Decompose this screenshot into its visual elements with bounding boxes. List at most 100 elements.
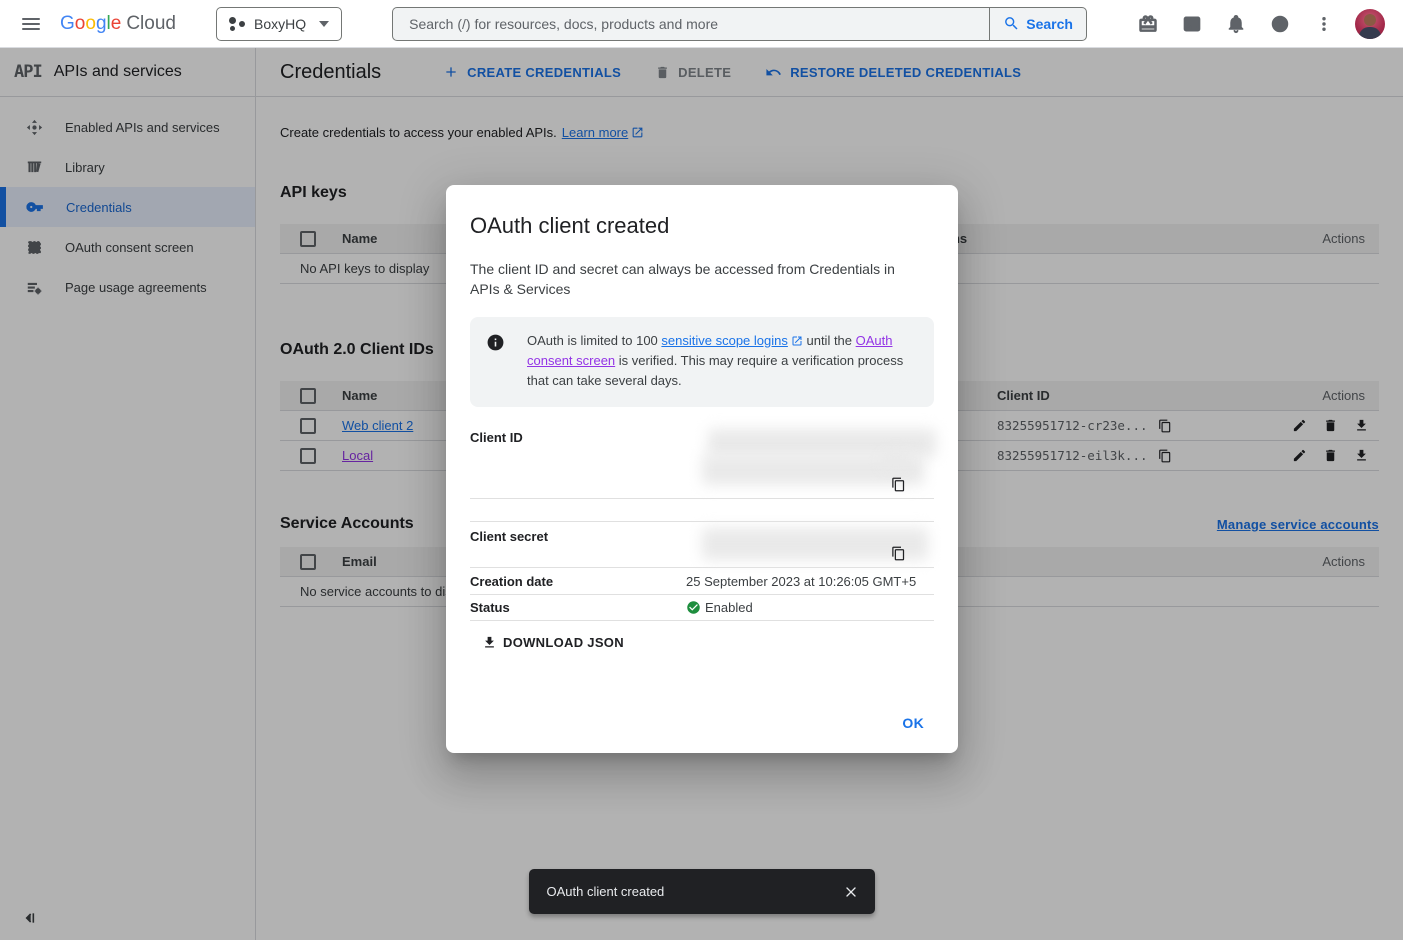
search-input[interactable] xyxy=(392,7,989,41)
external-link-icon xyxy=(631,126,644,139)
row-checkbox[interactable] xyxy=(300,418,316,434)
client-id-label: Client ID xyxy=(470,423,686,498)
copy-icon[interactable] xyxy=(1158,419,1172,433)
cloud-wordmark: Cloud xyxy=(126,13,176,35)
dialog-body-text: The client ID and secret can always be a… xyxy=(470,259,910,299)
status-value: Enabled xyxy=(705,600,753,615)
project-icon xyxy=(229,16,245,32)
menu-icon[interactable] xyxy=(14,7,48,41)
cloud-shell-icon[interactable] xyxy=(1175,7,1209,41)
edit-icon[interactable] xyxy=(1292,448,1307,463)
copy-icon[interactable] xyxy=(1158,449,1172,463)
project-name: BoxyHQ xyxy=(254,16,306,32)
sidebar-item-label: Credentials xyxy=(66,200,132,215)
manage-service-accounts-link[interactable]: Manage service accounts xyxy=(1217,517,1379,532)
dialog-title: OAuth client created xyxy=(470,213,934,239)
plus-icon xyxy=(443,64,459,80)
delete-icon[interactable] xyxy=(1323,418,1338,433)
download-icon xyxy=(482,635,497,650)
client-secret-label: Client secret xyxy=(470,522,686,567)
search-button[interactable]: Search xyxy=(989,7,1087,41)
sidebar-item-page-usage[interactable]: Page usage agreements xyxy=(0,267,255,307)
account-avatar[interactable] xyxy=(1355,9,1385,39)
check-circle-icon xyxy=(686,600,701,615)
chevron-down-icon xyxy=(319,21,329,27)
help-icon[interactable] xyxy=(1263,7,1297,41)
row-checkbox[interactable] xyxy=(300,448,316,464)
client-id-value: 83255951712-cr23e... xyxy=(997,418,1148,433)
dashboard-icon xyxy=(26,119,43,136)
creation-date-label: Creation date xyxy=(470,574,686,589)
key-icon xyxy=(26,198,44,216)
copy-icon[interactable] xyxy=(891,546,906,561)
sidebar-item-label: OAuth consent screen xyxy=(65,240,194,255)
sidebar-item-label: Page usage agreements xyxy=(65,280,207,295)
search-icon xyxy=(1003,15,1020,32)
service-accounts-heading: Service Accounts xyxy=(256,515,438,533)
column-header-name: Name xyxy=(342,231,377,246)
download-json-button[interactable]: DOWNLOAD JSON xyxy=(482,635,624,650)
undo-icon xyxy=(765,64,782,81)
gift-icon[interactable] xyxy=(1131,7,1165,41)
creation-date-row: Creation date 25 September 2023 at 10:26… xyxy=(470,568,934,595)
column-header-actions: Actions xyxy=(1322,554,1379,569)
api-keys-empty-text: No API keys to display xyxy=(280,261,429,276)
create-credentials-button[interactable]: CREATE CREDENTIALS xyxy=(443,64,621,80)
search-button-label: Search xyxy=(1026,16,1073,32)
project-picker[interactable]: BoxyHQ xyxy=(216,7,342,41)
api-product-icon: API xyxy=(14,62,42,82)
consent-screen-icon xyxy=(26,239,43,256)
snackbar-message: OAuth client created xyxy=(547,884,665,899)
download-icon[interactable] xyxy=(1354,418,1369,433)
trash-icon xyxy=(655,65,670,80)
delete-icon[interactable] xyxy=(1323,448,1338,463)
sidebar-item-library[interactable]: Library xyxy=(0,147,255,187)
oauth-client-name-link[interactable]: Local xyxy=(342,448,373,463)
download-icon[interactable] xyxy=(1354,448,1369,463)
oauth-limit-notice: OAuth is limited to 100 sensitive scope … xyxy=(470,317,934,407)
search-bar: Search xyxy=(392,7,1087,41)
library-icon xyxy=(26,159,43,176)
sidebar-item-label: Library xyxy=(65,160,105,175)
client-id-row: Client ID xyxy=(470,423,934,499)
sidebar-item-credentials[interactable]: Credentials xyxy=(0,187,255,227)
top-app-bar: Google Cloud BoxyHQ Search xyxy=(0,0,1403,48)
creation-date-value: 25 September 2023 at 10:26:05 GMT+5 xyxy=(686,574,916,589)
column-header-email: Email xyxy=(342,554,377,569)
agreements-icon xyxy=(26,279,43,296)
external-link-icon xyxy=(791,335,803,347)
sidebar: API APIs and services Enabled APIs and s… xyxy=(0,48,256,940)
restore-deleted-credentials-button[interactable]: RESTORE DELETED CREDENTIALS xyxy=(765,64,1021,81)
sidebar-item-oauth-consent[interactable]: OAuth consent screen xyxy=(0,227,255,267)
status-row: Status Enabled xyxy=(470,595,934,621)
select-all-checkbox[interactable] xyxy=(300,554,316,570)
delete-button[interactable]: DELETE xyxy=(655,65,731,80)
sidebar-item-label: Enabled APIs and services xyxy=(65,120,220,135)
sensitive-scope-logins-link[interactable]: sensitive scope logins xyxy=(661,331,802,351)
learn-more-link[interactable]: Learn more xyxy=(562,125,644,140)
page-title: Credentials xyxy=(280,61,381,84)
column-header-name: Name xyxy=(342,388,377,403)
edit-icon[interactable] xyxy=(1292,418,1307,433)
collapse-sidebar-icon[interactable] xyxy=(22,910,38,926)
sidebar-title: APIs and services xyxy=(54,63,182,81)
ok-button[interactable]: OK xyxy=(890,707,936,739)
client-secret-row: Client secret xyxy=(470,522,934,568)
close-icon[interactable] xyxy=(835,876,867,908)
column-header-actions: Actions xyxy=(1322,231,1379,246)
google-cloud-logo[interactable]: Google Cloud xyxy=(60,13,176,35)
copy-icon[interactable] xyxy=(891,477,906,492)
status-label: Status xyxy=(470,600,686,615)
sidebar-item-enabled-apis[interactable]: Enabled APIs and services xyxy=(0,107,255,147)
oauth-client-name-link[interactable]: Web client 2 xyxy=(342,418,413,433)
oauth-client-created-dialog: OAuth client created The client ID and s… xyxy=(446,185,958,753)
client-id-value: 83255951712-eil3k... xyxy=(997,448,1148,463)
select-all-checkbox[interactable] xyxy=(300,231,316,247)
intro-text: Create credentials to access your enable… xyxy=(280,125,557,140)
snackbar: OAuth client created xyxy=(529,869,875,914)
notifications-icon[interactable] xyxy=(1219,7,1253,41)
info-icon xyxy=(486,333,505,391)
select-all-checkbox[interactable] xyxy=(300,388,316,404)
column-header-actions: Actions xyxy=(1322,388,1379,403)
more-vert-icon[interactable] xyxy=(1307,7,1341,41)
